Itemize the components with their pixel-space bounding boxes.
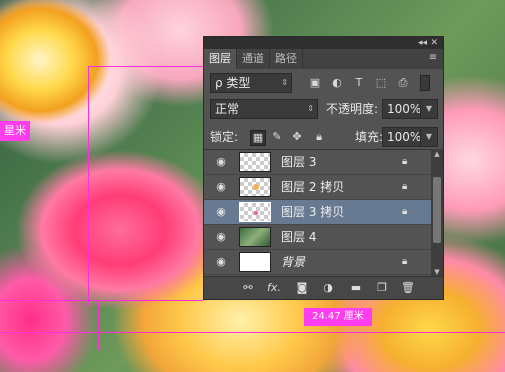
measure-label-left: 星米 [0, 121, 30, 141]
layer-name: 图层 3 [281, 155, 317, 169]
new-group-icon[interactable]: ▬ [348, 280, 364, 296]
adjustment-filter-icon[interactable]: ◐ [330, 76, 344, 90]
adjustment-layer-icon[interactable]: ◑ [320, 280, 336, 296]
eye-icon[interactable]: ◉ [214, 206, 228, 218]
chevron-down-icon[interactable]: ▼ [420, 128, 437, 146]
type-filter-icon[interactable]: T [352, 76, 366, 90]
lock-all-icon[interactable]: 🔒︎ [312, 130, 326, 144]
trash-icon[interactable]: 🗑︎ [400, 280, 416, 296]
filter-toggle-switch[interactable] [420, 75, 430, 91]
layer-row[interactable]: ◉ 图层 2 拷贝 🔒︎ [204, 175, 431, 200]
lock-icon: 🔒︎ [402, 156, 408, 167]
measure-label-bottom: 24.47 厘米 [304, 308, 372, 326]
layer-thumbnail [239, 227, 271, 247]
new-layer-icon[interactable]: ❐ [374, 280, 390, 296]
fill-label: 填充: [355, 130, 384, 144]
layers-scrollbar[interactable]: ▲ ▼ [431, 149, 443, 277]
lock-row: 锁定: ▦ ✎ ✥ 🔒︎ 填充: 100% ▼ [210, 127, 438, 149]
guide-line [98, 300, 99, 350]
opacity-value: 100% [387, 102, 422, 116]
lock-transparent-pixels-icon[interactable]: ▦ [250, 130, 266, 146]
eye-icon[interactable]: ◉ [214, 156, 228, 168]
layers-footer: ⚯ fx. ◙ ◑ ▬ ❐ 🗑︎ [204, 276, 443, 299]
blend-mode-value: 正常 [215, 102, 240, 116]
eye-icon[interactable]: ◉ [214, 231, 228, 243]
layer-row[interactable]: ◉ 图层 4 [204, 225, 431, 250]
layer-name: 图层 2 拷贝 [281, 180, 345, 194]
filter-row: ρ 类型 ⇕ ▣ ◐ T ⬚ ⎙ [210, 73, 437, 95]
add-mask-icon[interactable]: ◙ [294, 280, 310, 296]
guide-line [0, 300, 203, 301]
panel-title-bar[interactable]: ◂◂ ✕ [204, 37, 443, 49]
layer-thumbnail [239, 152, 271, 172]
panel-tabs: 图层 通道 路径 ≡ [204, 49, 443, 69]
eye-icon[interactable]: ◉ [214, 256, 228, 268]
lock-position-icon[interactable]: ✥ [290, 130, 304, 144]
scroll-up-icon[interactable]: ▲ [431, 149, 443, 159]
layer-row-selected[interactable]: ◉ 图层 3 拷贝 🔒︎ [204, 200, 431, 225]
layer-name: 图层 3 拷贝 [281, 205, 345, 219]
scroll-thumb[interactable] [433, 177, 441, 243]
layers-list: ◉ 图层 3 🔒︎ ◉ 图层 2 拷贝 🔒︎ ◉ 图层 3 拷贝 🔒︎ ◉ 图层… [204, 149, 431, 278]
close-icon[interactable]: ✕ [430, 37, 438, 49]
layer-name: 图层 4 [281, 230, 317, 244]
dropdown-arrow-icon: ⇕ [307, 104, 314, 113]
lock-icon: 🔒︎ [402, 181, 408, 192]
layer-row[interactable]: ◉ 背景 🔒︎ [204, 250, 431, 275]
panel-menu-icon[interactable]: ≡ [426, 50, 440, 66]
layers-panel: ◂◂ ✕ 图层 通道 路径 ≡ ρ 类型 ⇕ ▣ ◐ T ⬚ ⎙ 正常 ⇕ 不透… [203, 36, 444, 300]
layer-row[interactable]: ◉ 图层 3 🔒︎ [204, 150, 431, 175]
opacity-field[interactable]: 100% ▼ [382, 99, 438, 119]
guide-line [88, 66, 89, 306]
tab-layers[interactable]: 图层 [204, 49, 237, 69]
guide-line [88, 66, 203, 67]
layer-thumbnail [239, 177, 271, 197]
fx-button[interactable]: fx. [266, 280, 282, 296]
layer-name: 背景 [281, 255, 306, 269]
dropdown-arrow-icon: ⇕ [281, 78, 288, 87]
fill-field[interactable]: 100% ▼ [382, 127, 438, 147]
layer-thumbnail [239, 202, 271, 222]
fill-value: 100% [387, 130, 422, 144]
lock-icon: 🔒︎ [402, 206, 408, 217]
collapse-icon[interactable]: ◂◂ [418, 37, 427, 49]
image-filter-icon[interactable]: ▣ [308, 76, 322, 90]
layer-thumbnail [239, 252, 271, 272]
eye-icon[interactable]: ◉ [214, 181, 228, 193]
filter-kind-label: ρ 类型 [215, 76, 251, 90]
guide-line [0, 332, 505, 333]
shape-filter-icon[interactable]: ⬚ [374, 76, 388, 90]
tab-channels[interactable]: 通道 [237, 49, 270, 69]
lock-icon: 🔒︎ [402, 256, 408, 267]
filter-kind-dropdown[interactable]: ρ 类型 ⇕ [210, 73, 292, 93]
tab-paths[interactable]: 路径 [270, 49, 303, 69]
blend-row: 正常 ⇕ 不透明度: 100% ▼ [210, 99, 438, 121]
link-layers-icon[interactable]: ⚯ [240, 280, 256, 296]
blend-mode-dropdown[interactable]: 正常 ⇕ [210, 99, 318, 119]
chevron-down-icon[interactable]: ▼ [420, 100, 437, 118]
opacity-label: 不透明度: [326, 102, 379, 116]
smart-object-filter-icon[interactable]: ⎙ [396, 76, 410, 90]
lock-image-pixels-icon[interactable]: ✎ [270, 130, 284, 144]
lock-label: 锁定: [210, 130, 239, 144]
